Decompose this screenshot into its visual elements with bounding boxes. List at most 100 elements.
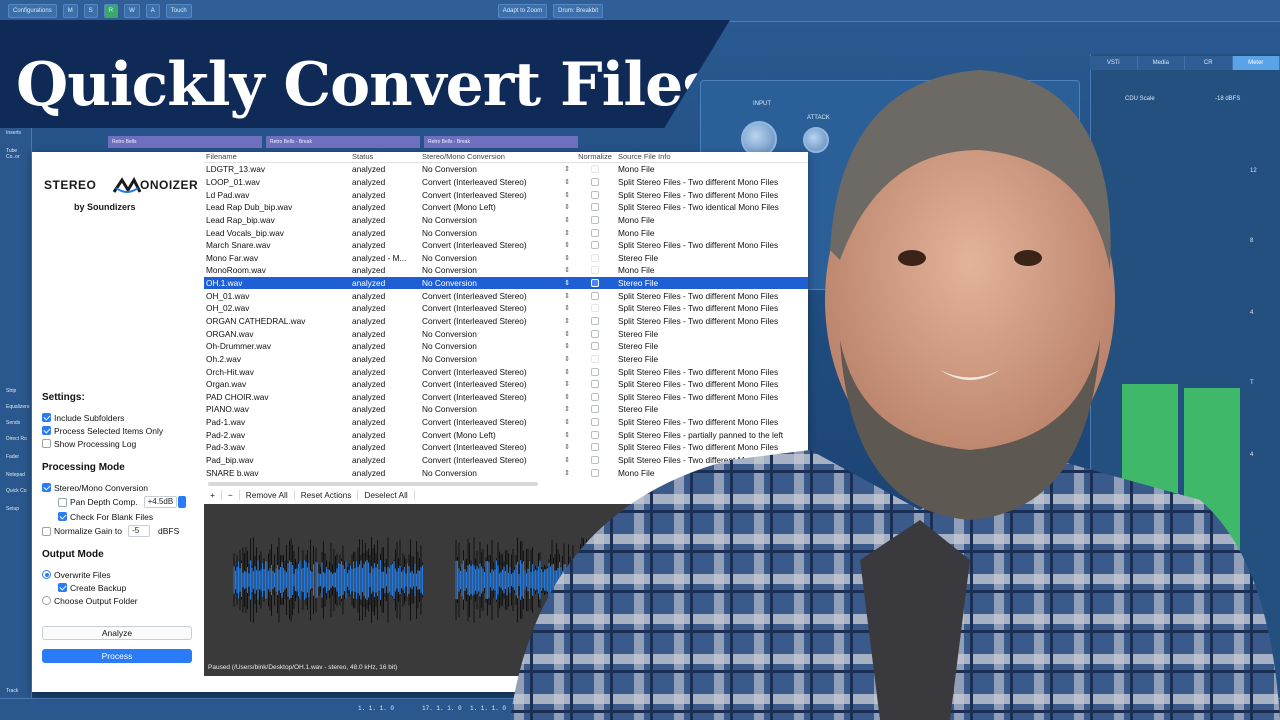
pan-depth-option[interactable]: Pan Depth Comp. +4.5dB bbox=[42, 494, 192, 510]
cell-status: analyzed bbox=[352, 366, 386, 377]
create-backup-checkbox[interactable] bbox=[58, 583, 67, 592]
remove-button[interactable]: − bbox=[222, 490, 240, 500]
cell-status: analyzed bbox=[352, 202, 386, 213]
option-label: Overwrite Files bbox=[54, 569, 111, 580]
strip-label[interactable]: Sends bbox=[6, 420, 20, 426]
option-label: Normalize Gain to bbox=[54, 526, 123, 536]
show-log-checkbox[interactable] bbox=[42, 439, 51, 448]
cell-status: analyzed bbox=[352, 214, 386, 225]
include-subfolders-checkbox[interactable] bbox=[42, 413, 51, 422]
option-label: Choose Output Folder bbox=[54, 595, 138, 606]
strip-label[interactable]: Strip bbox=[6, 388, 16, 394]
cell-status: analyzed bbox=[352, 265, 386, 276]
option-label: Include Subfolders bbox=[54, 412, 125, 423]
cell-status: analyzed bbox=[352, 404, 386, 415]
process-button[interactable]: Process bbox=[42, 649, 192, 663]
toolbar-item[interactable]: M bbox=[62, 3, 78, 18]
table-scrollbar[interactable] bbox=[208, 482, 538, 486]
process-selected-option[interactable]: Process Selected Items Only bbox=[42, 424, 192, 437]
cell-status: analyzed bbox=[352, 417, 386, 428]
process-selected-checkbox[interactable] bbox=[42, 426, 51, 435]
choose-folder-radio[interactable] bbox=[42, 596, 51, 605]
option-label: Stereo/Mono Conversion bbox=[54, 482, 149, 493]
check-blank-checkbox[interactable] bbox=[58, 512, 67, 521]
toolbar-item[interactable]: A bbox=[145, 3, 160, 18]
toolbar-item[interactable]: Adapt to Zoom bbox=[497, 3, 548, 18]
logo-text-left: STEREO bbox=[44, 178, 97, 192]
cell-filename: ORGAN.wav bbox=[206, 328, 254, 339]
cell-filename: OH_02.wav bbox=[206, 303, 250, 314]
stereo-mono-checkbox[interactable] bbox=[42, 483, 51, 492]
deselect-all-button[interactable]: Deselect All bbox=[358, 490, 415, 500]
cell-filename: Pad-1.wav bbox=[206, 417, 246, 428]
position-readout: 17. 1. 1. 0 bbox=[422, 705, 462, 712]
toolbar-item[interactable]: Touch bbox=[165, 3, 192, 18]
check-blank-option[interactable]: Check For Blank Files bbox=[42, 510, 192, 523]
cell-filename: Oh-Drummer.wav bbox=[206, 341, 272, 352]
pan-depth-field[interactable]: +4.5dB bbox=[143, 496, 178, 508]
stereo-mono-option[interactable]: Stereo/Mono Conversion bbox=[42, 481, 192, 494]
reset-actions-button[interactable]: Reset Actions bbox=[295, 490, 359, 500]
overwrite-radio[interactable] bbox=[42, 570, 51, 579]
cell-filename: Oh.2.wav bbox=[206, 353, 242, 364]
normalize-unit: dBFS bbox=[158, 526, 180, 536]
strip-label[interactable]: Equalizers bbox=[6, 404, 29, 410]
cell-status: analyzed bbox=[352, 455, 386, 466]
settings-title: Settings: bbox=[42, 392, 85, 403]
col-status[interactable]: Status bbox=[352, 152, 422, 162]
pan-depth-checkbox[interactable] bbox=[58, 497, 67, 507]
toolbar-item[interactable]: Configurations bbox=[8, 3, 57, 18]
cell-status: analyzed bbox=[352, 278, 386, 289]
cell-status: analyzed bbox=[352, 176, 386, 187]
cell-status: analyzed bbox=[352, 227, 386, 238]
col-filename[interactable]: Filename bbox=[204, 152, 352, 162]
cell-filename: PAD CHOIR.wav bbox=[206, 391, 269, 402]
cell-filename: Ld Pad.wav bbox=[206, 189, 250, 200]
overwrite-option[interactable]: Overwrite Files bbox=[42, 568, 192, 581]
cell-status: analyzed bbox=[352, 379, 386, 390]
strip-label[interactable]: Fader bbox=[6, 454, 19, 460]
cell-status: analyzed bbox=[352, 391, 386, 402]
add-button[interactable]: + bbox=[204, 490, 222, 500]
include-subfolders-option[interactable]: Include Subfolders bbox=[42, 411, 192, 424]
cell-filename: LDGTR_13.wav bbox=[206, 164, 266, 175]
choose-folder-option[interactable]: Choose Output Folder bbox=[42, 594, 192, 607]
pan-depth-stepper[interactable] bbox=[178, 496, 187, 508]
normalize-option[interactable]: Normalize Gain to -5 dBFS bbox=[42, 523, 192, 539]
clip[interactable]: Retro Bells - Break bbox=[266, 136, 420, 148]
inspector-strip: Inserts Tube Co..or Strip Equalizers Sen… bbox=[0, 128, 32, 698]
strip-label[interactable]: Setup bbox=[6, 506, 19, 512]
toolbar-item[interactable]: Drum: Breakbit bbox=[553, 3, 604, 18]
app-logo: STEREO ONOIZER by Soundizers bbox=[44, 176, 198, 216]
strip-label[interactable]: Tube Co..or bbox=[6, 148, 31, 160]
normalize-field[interactable]: -5 bbox=[128, 525, 151, 537]
logo-text-right: ONOIZER bbox=[140, 178, 199, 192]
toolbar-item[interactable]: W bbox=[124, 3, 140, 18]
cell-status: analyzed - M... bbox=[352, 252, 407, 263]
create-backup-option[interactable]: Create Backup bbox=[42, 581, 192, 594]
strip-label[interactable]: Notepad bbox=[6, 472, 25, 478]
strip-label[interactable]: Track bbox=[6, 688, 18, 694]
strip-label[interactable]: Direct Ro bbox=[6, 436, 27, 442]
remove-all-button[interactable]: Remove All bbox=[240, 490, 295, 500]
show-log-option[interactable]: Show Processing Log bbox=[42, 437, 192, 450]
cell-status: analyzed bbox=[352, 164, 386, 175]
cell-filename: March Snare.wav bbox=[206, 240, 271, 251]
cell-filename: Lead Rap Dub_bip.wav bbox=[206, 202, 293, 213]
normalize-checkbox[interactable] bbox=[42, 526, 51, 536]
strip-label[interactable]: Inserts bbox=[6, 130, 21, 136]
option-label: Pan Depth Comp. bbox=[70, 497, 138, 507]
toolbar-item[interactable]: R bbox=[103, 3, 119, 18]
processing-mode-title: Processing Mode bbox=[42, 462, 125, 473]
option-label: Create Backup bbox=[70, 582, 127, 593]
strip-label[interactable]: Quick Co bbox=[6, 488, 27, 494]
cell-status: analyzed bbox=[352, 442, 386, 453]
toolbar-item[interactable]: S bbox=[83, 3, 98, 18]
playback-status: Paused (/Users/bink/Desktop/OH.1.wav - s… bbox=[208, 664, 398, 671]
output-mode-title: Output Mode bbox=[42, 549, 104, 560]
cell-filename: Pad-3.wav bbox=[206, 442, 246, 453]
daw-toolbar: Configurations M S R W A Touch Adapt to … bbox=[0, 0, 1280, 22]
analyze-button[interactable]: Analyze bbox=[42, 626, 192, 640]
cell-filename: Mono Far.wav bbox=[206, 252, 259, 263]
clip[interactable]: Retro Bells bbox=[108, 136, 262, 148]
